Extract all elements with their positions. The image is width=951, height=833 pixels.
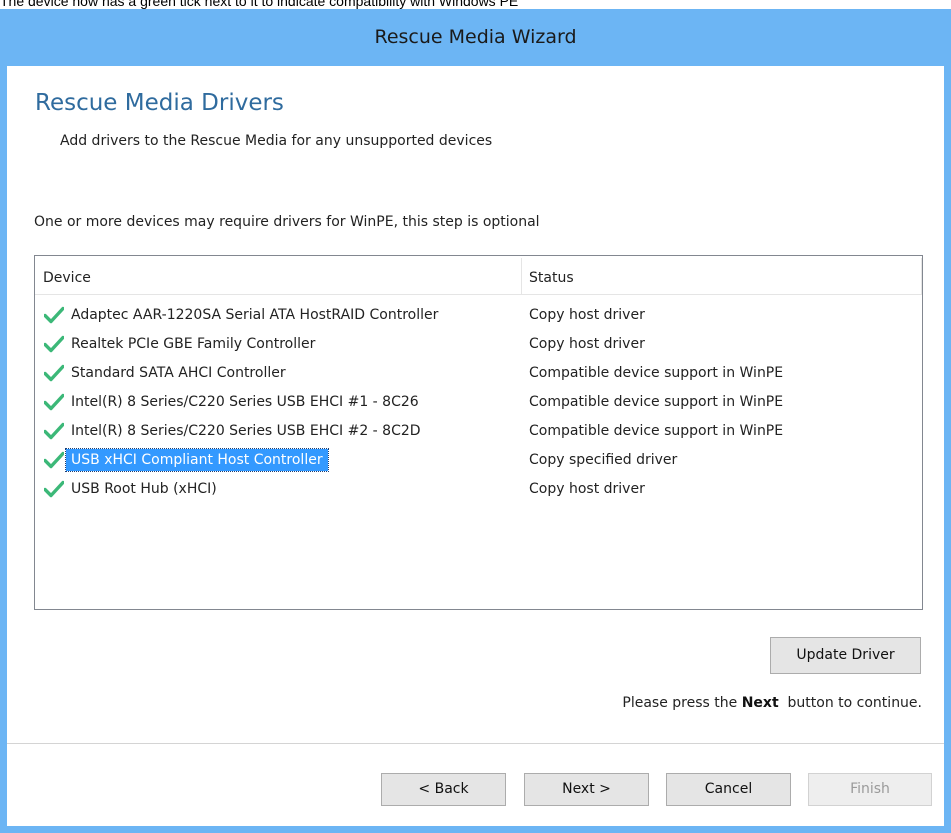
device-name: Standard SATA AHCI Controller [71,365,286,381]
table-row[interactable]: Realtek PCIe GBE Family Controller Copy h… [35,330,922,359]
list-header: Device Status [35,256,922,295]
continue-hint: Please press the Next button to continue… [622,695,922,711]
green-check-icon [43,480,65,498]
green-check-icon [43,364,65,382]
column-separator[interactable] [521,258,522,294]
wizard-window: Rescue Media Wizard Rescue Media Drivers… [0,9,951,833]
device-list[interactable]: Device Status Adaptec AAR-1220SA Serial … [34,255,923,610]
column-separator [921,258,922,294]
green-check-icon [43,335,65,353]
info-text: One or more devices may require drivers … [34,214,540,230]
page-title: Rescue Media Drivers [35,90,284,116]
cancel-button[interactable]: Cancel [666,773,791,806]
device-status: Compatible device support in WinPE [529,423,784,439]
green-check-icon [43,451,65,469]
table-row[interactable]: Adaptec AAR-1220SA Serial ATA HostRAID C… [35,301,922,330]
device-name: Intel(R) 8 Series/C220 Series USB EHCI #… [71,394,419,410]
window-title: Rescue Media Wizard [374,26,577,48]
hint-text-before: Please press the [622,695,742,711]
hint-next-bold: Next [741,695,779,711]
table-row[interactable]: Intel(R) 8 Series/C220 Series USB EHCI #… [35,388,922,417]
device-status: Copy host driver [529,307,645,323]
footer-divider [7,743,944,744]
update-driver-button[interactable]: Update Driver [770,637,921,674]
column-header-device[interactable]: Device [43,256,91,294]
screenshot-caption: The device now has a green tick next to … [0,0,519,9]
device-status: Copy specified driver [529,452,678,468]
back-button[interactable]: < Back [381,773,506,806]
device-name: Intel(R) 8 Series/C220 Series USB EHCI #… [71,423,421,439]
green-check-icon [43,393,65,411]
finish-button: Finish [808,773,932,806]
device-status: Compatible device support in WinPE [529,365,784,381]
device-name: USB Root Hub (xHCI) [71,481,217,497]
device-name: USB xHCI Compliant Host Controller [65,448,329,472]
table-row[interactable]: USB xHCI Compliant Host Controller Copy s… [35,446,922,475]
device-status: Copy host driver [529,481,645,497]
green-check-icon [43,422,65,440]
column-header-status[interactable]: Status [529,256,574,294]
device-rows: Adaptec AAR-1220SA Serial ATA HostRAID C… [35,301,922,504]
device-name: Adaptec AAR-1220SA Serial ATA HostRAID C… [71,307,439,323]
table-row[interactable]: Intel(R) 8 Series/C220 Series USB EHCI #… [35,417,922,446]
wizard-content: Rescue Media Drivers Add drivers to the … [7,66,944,826]
device-status: Copy host driver [529,336,645,352]
hint-text-after: button to continue. [778,695,922,711]
device-name: Realtek PCIe GBE Family Controller [71,336,316,352]
table-row[interactable]: USB Root Hub (xHCI) Copy host driver [35,475,922,504]
page-subtitle: Add drivers to the Rescue Media for any … [60,133,493,149]
green-check-icon [43,306,65,324]
table-row[interactable]: Standard SATA AHCI Controller Compatible … [35,359,922,388]
device-status: Compatible device support in WinPE [529,394,784,410]
next-button[interactable]: Next > [524,773,649,806]
